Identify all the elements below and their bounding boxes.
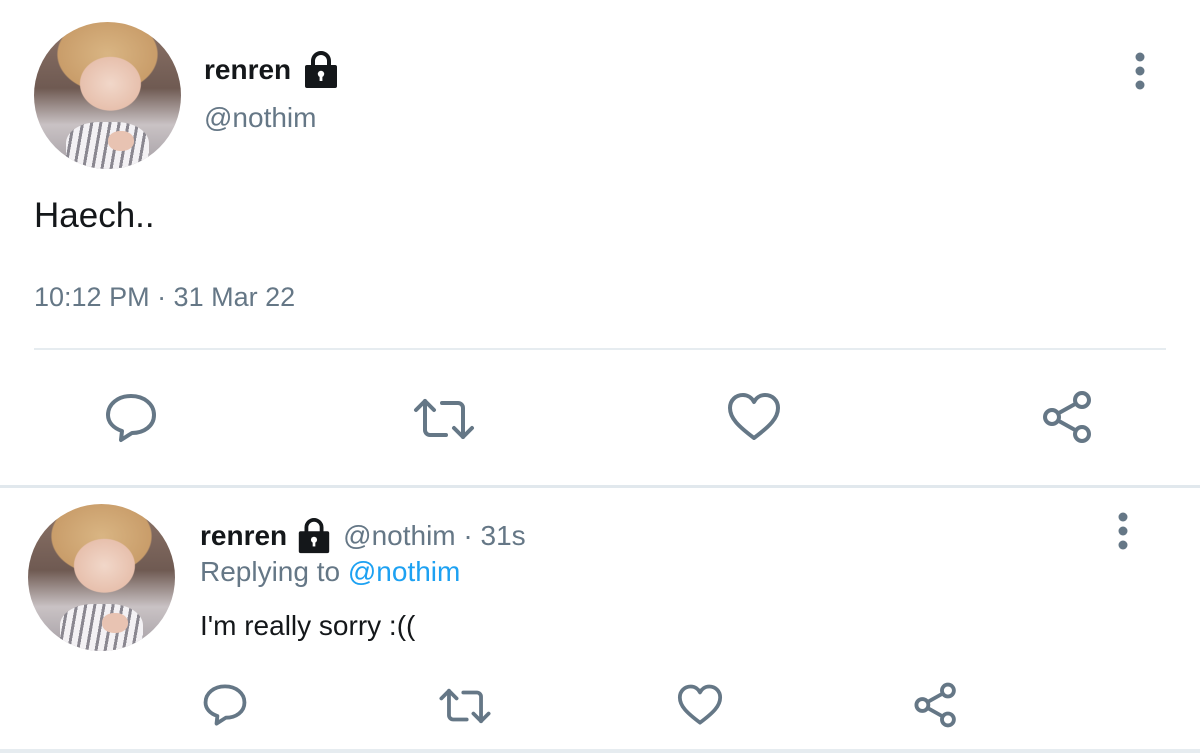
more-vertical-icon[interactable] — [1108, 510, 1138, 552]
heart-icon[interactable] — [726, 392, 782, 442]
share-icon[interactable] — [1040, 390, 1096, 444]
avatar-shirt — [60, 603, 143, 651]
heart-icon[interactable] — [676, 684, 724, 726]
author-handle-time[interactable]: @nothim · 31s — [343, 520, 526, 552]
avatar[interactable] — [28, 504, 175, 651]
tweet-text: Haech.. — [34, 196, 155, 235]
retweet-icon[interactable] — [412, 396, 476, 442]
author-handle[interactable]: @nothim — [204, 102, 316, 134]
more-vertical-icon[interactable] — [1125, 50, 1155, 92]
divider — [34, 348, 1166, 350]
tweet-text: I'm really sorry :(( — [200, 610, 416, 641]
author-display-name[interactable]: renren — [200, 520, 287, 552]
main-tweet: renren @nothim Haech.. 10:12 PM · 31 Mar… — [0, 0, 1200, 486]
lock-icon — [298, 518, 330, 554]
author-display-name[interactable]: renren — [204, 54, 291, 86]
tweet-separator — [0, 485, 1200, 488]
share-icon[interactable] — [912, 682, 960, 728]
replying-mention-link[interactable]: @nothim — [348, 556, 460, 587]
avatar[interactable] — [34, 22, 181, 169]
replying-prefix: Replying to — [200, 556, 341, 587]
retweet-icon[interactable] — [438, 686, 492, 726]
tweet-thread-page: renren @nothim Haech.. 10:12 PM · 31 Mar… — [0, 0, 1200, 753]
bottom-divider — [0, 749, 1200, 753]
reply-icon[interactable] — [104, 392, 158, 444]
avatar-hand — [107, 130, 134, 152]
reply-icon[interactable] — [202, 683, 248, 727]
author-name-row[interactable]: renren — [204, 50, 341, 90]
avatar-shirt — [66, 121, 149, 169]
reply-header: renren @nothim · 31s — [200, 517, 526, 555]
avatar-hand — [101, 612, 128, 634]
tweet-timestamp[interactable]: 10:12 PM · 31 Mar 22 — [34, 282, 295, 313]
replying-to: Replying to @nothim — [200, 556, 460, 588]
lock-icon — [305, 51, 338, 88]
